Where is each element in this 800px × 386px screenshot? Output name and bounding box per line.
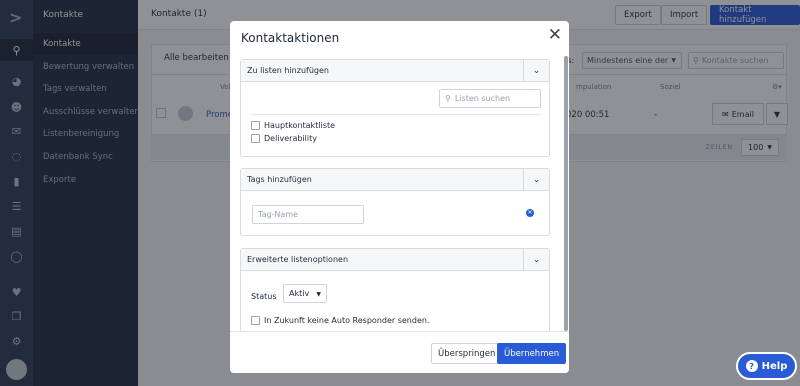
clear-icon[interactable]: ✕ (526, 209, 534, 217)
no-autoresponder-option[interactable]: In Zukunft keine Auto Responder senden. (251, 316, 430, 325)
advanced-list-options-header[interactable]: Erweiterte listenoptionen ⌄ (241, 249, 549, 271)
help-icon: ? (745, 360, 758, 372)
close-icon[interactable]: ✕ (548, 27, 562, 44)
add-tags-title: Tags hinzufügen (247, 175, 312, 184)
modal-scrollbar[interactable] (564, 56, 568, 331)
contact-actions-modal: Kontaktaktionen ✕ Zu listen hinzufügen ⌄… (230, 21, 569, 373)
add-to-lists-title: Zu listen hinzufügen (247, 66, 329, 75)
add-to-lists-header[interactable]: Zu listen hinzufügen ⌄ (241, 60, 549, 82)
divider (251, 114, 541, 115)
status-label: Status (251, 292, 277, 301)
apply-button[interactable]: Übernehmen (497, 343, 567, 364)
list-search-placeholder: Listen suchen (454, 94, 511, 103)
add-tags-section: Tags hinzufügen ⌄ Tag-Name ✕ (240, 168, 550, 236)
search-icon: ⚲ (445, 94, 451, 103)
no-autoresponder-label: In Zukunft keine Auto Responder senden. (264, 316, 430, 325)
skip-button[interactable]: Überspringen (431, 343, 503, 364)
status-value: Aktiv (289, 289, 310, 298)
chevron-down-icon: ▼ (316, 291, 321, 298)
tag-name-placeholder: Tag-Name (258, 210, 299, 219)
checkbox[interactable] (251, 316, 260, 325)
list-option-label: Deliverability (264, 134, 317, 143)
advanced-list-options-section: Erweiterte listenoptionen ⌄ Status Aktiv… (240, 248, 550, 338)
chevron-down-icon[interactable]: ⌄ (523, 60, 549, 81)
modal-title: Kontaktaktionen (241, 31, 340, 45)
checkbox[interactable] (251, 134, 260, 143)
add-to-lists-section: Zu listen hinzufügen ⌄ ⚲ Listen suchen H… (240, 59, 550, 157)
list-option-hauptkontaktliste[interactable]: Hauptkontaktliste (251, 121, 335, 130)
chevron-down-icon[interactable]: ⌄ (523, 169, 549, 190)
help-label: Help (761, 360, 788, 372)
modal-footer: Überspringen Übernehmen (230, 331, 569, 373)
tag-name-input[interactable]: Tag-Name (252, 205, 364, 224)
list-search-input[interactable]: ⚲ Listen suchen (439, 89, 541, 108)
list-option-deliverability[interactable]: Deliverability (251, 134, 317, 143)
help-button[interactable]: ? Help (736, 352, 797, 380)
checkbox[interactable] (251, 121, 260, 130)
advanced-list-options-title: Erweiterte listenoptionen (247, 255, 349, 264)
list-option-label: Hauptkontaktliste (264, 121, 335, 130)
add-tags-header[interactable]: Tags hinzufügen ⌄ (241, 169, 549, 191)
status-select[interactable]: Aktiv ▼ (283, 284, 327, 303)
chevron-down-icon[interactable]: ⌄ (523, 249, 549, 270)
